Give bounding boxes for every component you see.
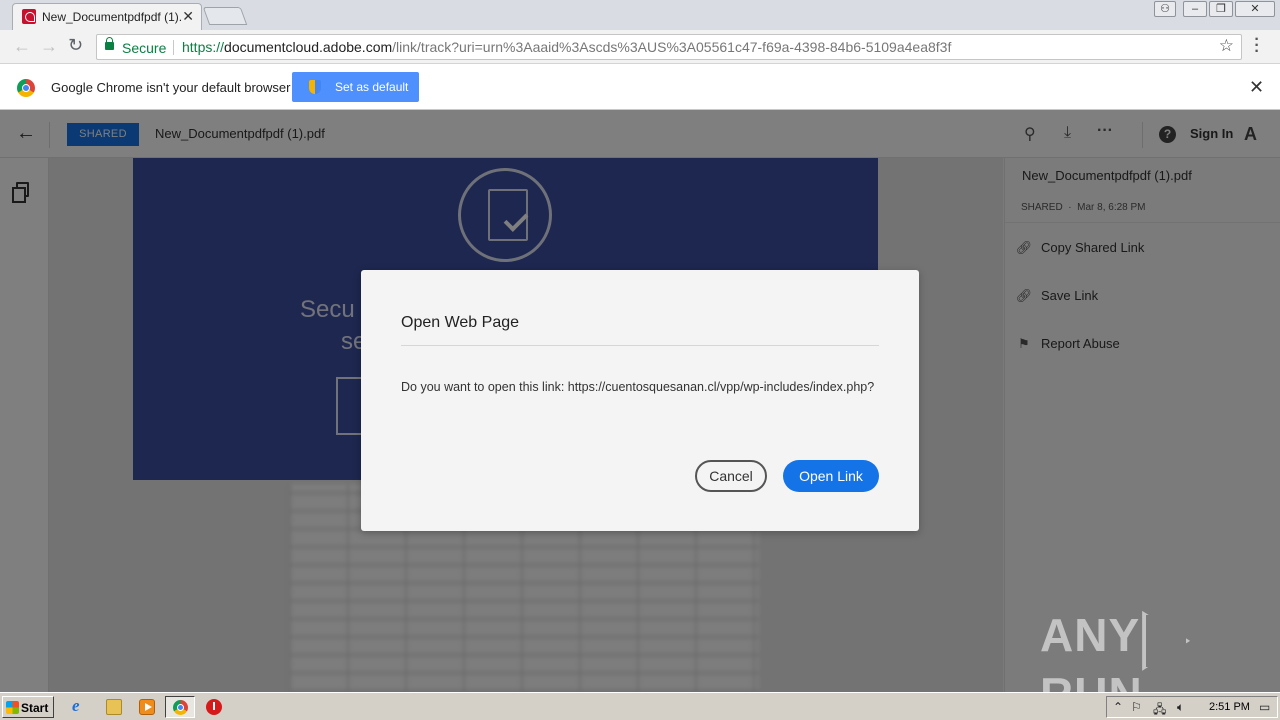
tab-title: New_Documentpdfpdf (1).pdf — [42, 10, 182, 24]
set-as-default-button[interactable]: Set as default — [292, 72, 419, 102]
internet-explorer-icon[interactable]: e — [72, 696, 88, 715]
volume-icon[interactable]: 🔈︎ — [1177, 700, 1184, 715]
stop-icon[interactable] — [206, 699, 222, 715]
watermark-left: ANY — [1040, 609, 1141, 661]
action-center-flag-icon[interactable]: ⚐ — [1131, 700, 1142, 714]
infobar-close-icon[interactable]: ✕ — [1249, 77, 1264, 98]
taskbar-clock[interactable]: 2:51 PM — [1209, 701, 1250, 713]
browser-tab[interactable]: New_Documentpdfpdf (1).pdf ✕ — [12, 3, 202, 30]
shield-icon — [309, 80, 321, 94]
tray-expand-icon[interactable]: ⌃ — [1113, 700, 1123, 714]
tab-strip: New_Documentpdfpdf (1).pdf ✕ ⚇ – ❐ ✕ — [0, 0, 1280, 30]
url-scheme: https:// — [182, 39, 225, 55]
start-label: Start — [21, 701, 49, 715]
default-browser-infobar: Google Chrome isn't your default browser… — [0, 64, 1280, 110]
windows-flag-icon — [6, 701, 19, 714]
network-icon[interactable]: 🖧︎ — [1153, 700, 1166, 720]
folder-icon[interactable] — [106, 699, 122, 715]
show-desktop-icon[interactable]: ▭ — [1259, 700, 1270, 714]
address-bar[interactable]: Secure https://documentcloud.adobe.com/l… — [96, 34, 1242, 60]
chrome-taskbar-button[interactable] — [165, 696, 195, 718]
media-player-icon[interactable] — [139, 699, 155, 715]
browser-toolbar: ← → ↻ Secure https://documentcloud.adobe… — [0, 30, 1280, 64]
omnibox-divider — [173, 40, 174, 55]
windows-taskbar: Start e ⌃ ⚐ 🖧︎ 🔈︎ 2:51 PM ▭ — [0, 692, 1280, 720]
open-link-button[interactable]: Open Link — [783, 460, 879, 492]
profile-icon[interactable]: ⚇ — [1154, 1, 1176, 17]
anyrun-watermark: ANY RUN — [1040, 608, 1280, 692]
dialog-divider — [401, 345, 879, 346]
watermark-right: RUN — [1040, 668, 1143, 692]
tab-close-icon[interactable]: ✕ — [182, 8, 194, 25]
bookmark-star-icon[interactable]: ☆ — [1219, 36, 1234, 56]
set-as-default-label: Set as default — [335, 80, 409, 94]
pdf-icon — [22, 9, 36, 24]
dialog-message: Do you want to open this link: https://c… — [401, 380, 875, 394]
chrome-logo-icon — [17, 79, 35, 97]
chrome-icon — [173, 700, 188, 715]
system-tray: ⌃ ⚐ 🖧︎ 🔈︎ 2:51 PM ▭ — [1106, 696, 1278, 718]
dialog-title: Open Web Page — [401, 314, 520, 331]
window-close-button[interactable]: ✕ — [1235, 1, 1275, 17]
url-path: /link/track?uri=urn%3Aaaid%3Ascds%3AUS%3… — [392, 39, 952, 55]
secure-label: Secure — [122, 40, 167, 56]
start-button[interactable]: Start — [2, 696, 54, 718]
lock-icon — [105, 37, 114, 50]
reload-icon[interactable]: ↻ — [68, 35, 83, 56]
minimize-button[interactable]: – — [1183, 1, 1207, 17]
back-arrow-icon[interactable]: ← — [13, 36, 31, 57]
new-tab-button[interactable] — [202, 7, 248, 25]
infobar-message: Google Chrome isn't your default browser — [51, 80, 291, 95]
url-text[interactable]: https://documentcloud.adobe.com/link/tra… — [182, 39, 951, 55]
chrome-menu-icon[interactable]: · · · — [1252, 32, 1262, 60]
restore-button[interactable]: ❐ — [1209, 1, 1233, 17]
play-icon — [1142, 611, 1186, 667]
url-host: documentcloud.adobe.com — [224, 39, 393, 55]
open-web-page-dialog: Open Web Page Do you want to open this l… — [361, 270, 919, 531]
cancel-button[interactable]: Cancel — [695, 460, 767, 492]
forward-arrow-icon[interactable]: → — [40, 36, 58, 57]
